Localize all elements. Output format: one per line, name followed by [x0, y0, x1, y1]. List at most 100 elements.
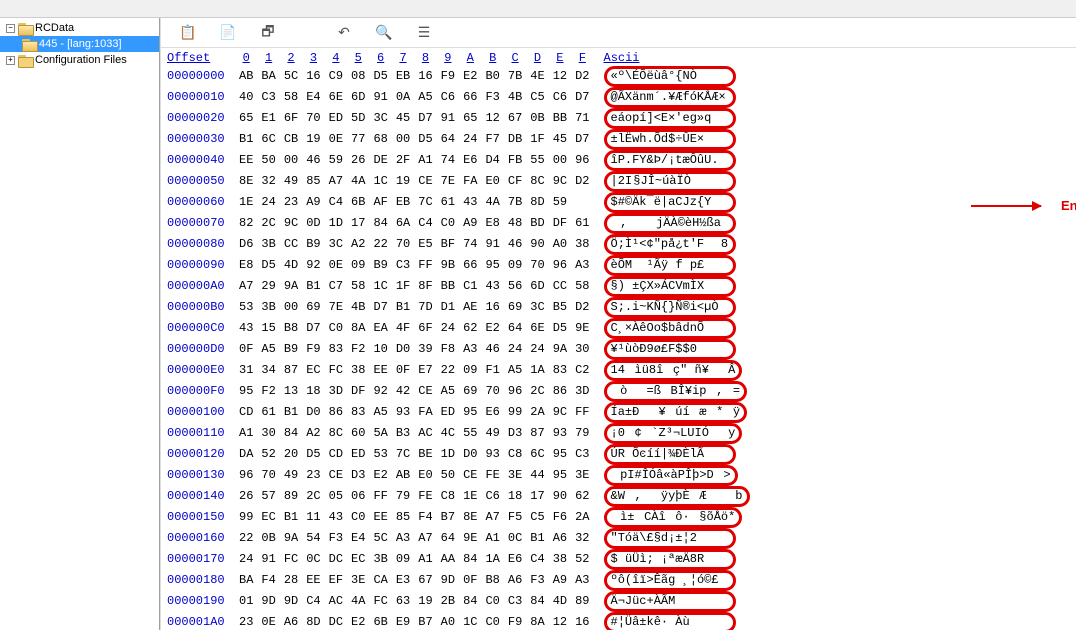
cell-byte: 45	[549, 129, 571, 150]
hex-row[interactable]: 000000E0313487ECFC38EE0FE72209F1A51A83C2…	[163, 360, 754, 381]
cell-byte: 99	[504, 402, 526, 423]
hex-row[interactable]: 00000040EE5000465926DE2FA174E6D4FB550096…	[163, 150, 754, 171]
cell-byte: 0F	[392, 360, 414, 381]
cell-byte: 32	[257, 171, 279, 192]
cell-byte: 1E	[235, 192, 257, 213]
cell-byte: A3	[392, 528, 414, 549]
cell-byte: 63	[392, 591, 414, 612]
hex-row[interactable]: 00000180BAF428EEEF3ECAE3679D0FB8A6F3A9A3…	[163, 570, 754, 591]
cell-byte: 2A	[526, 402, 548, 423]
cell-byte: C0	[437, 213, 459, 234]
cell-offset: 00000170	[163, 549, 235, 570]
cell-byte: 1F	[392, 276, 414, 297]
cell-byte: D7	[302, 318, 324, 339]
hex-row[interactable]: 00000120DA5220D5CDED537CBE1DD093C86C95C3…	[163, 444, 754, 465]
options-button[interactable]: ☰	[415, 24, 433, 42]
hex-row[interactable]: 0000001040C358E46E6D910AA5C666F34BC5C6D7…	[163, 87, 754, 108]
cell-byte: 89	[280, 486, 302, 507]
cell-byte: F6	[549, 507, 571, 528]
hex-row[interactable]: 00000080D63BCCB93CA22270E5BF74914690A038…	[163, 234, 754, 255]
tree-node-config[interactable]: + Configuration Files	[0, 52, 159, 68]
cell-byte: 95	[235, 381, 257, 402]
cell-byte: 0E	[325, 255, 347, 276]
hex-row[interactable]: 00000100CD61B1D08683A593FAED95E6992A9CFF…	[163, 402, 754, 423]
hex-row[interactable]: 00000090E8D54D920E09B9C3FF9B6695097096A3…	[163, 255, 754, 276]
cell-offset: 00000190	[163, 591, 235, 612]
cell-byte: 66	[459, 87, 481, 108]
cell-byte: CE	[459, 465, 481, 486]
hex-row[interactable]: 00000190019D9DC4AC4AFC63192B84C0C3844D89…	[163, 591, 754, 612]
tree-node-selected[interactable]: 445 - [lang:1033]	[0, 36, 159, 52]
cell-byte: 8F	[414, 276, 436, 297]
cell-byte: 50	[257, 150, 279, 171]
cell-byte: 95	[549, 465, 571, 486]
hex-row[interactable]: 000001402657892C0506FF79FEC81EC618179062…	[163, 486, 754, 507]
cell-byte: E2	[459, 66, 481, 87]
collapse-icon[interactable]: −	[6, 24, 15, 33]
cell-byte: C3	[257, 87, 279, 108]
cell-byte: FA	[459, 171, 481, 192]
window-button[interactable]: 🗗	[259, 24, 277, 42]
cell-offset: 00000090	[163, 255, 235, 276]
cell-offset: 000000A0	[163, 276, 235, 297]
hex-row[interactable]: 000000508E324985A74A1C19CE7EFAE0CF8C9CD2…	[163, 171, 754, 192]
hex-row[interactable]: 00000000ABBA5C16C908D5EB16F9E2B07B4E12D2…	[163, 66, 754, 87]
cell-byte: A1	[414, 150, 436, 171]
cell-offset: 00000000	[163, 66, 235, 87]
expand-icon[interactable]: +	[6, 56, 15, 65]
cell-byte: AE	[459, 297, 481, 318]
hex-row[interactable]: 00000160220B9A54F3E45CA3A7649EA10CB1A632…	[163, 528, 754, 549]
cell-byte: B5	[549, 297, 571, 318]
hex-row[interactable]: 000000A0A7299AB1C7581C1F8FBBC143566DCC58…	[163, 276, 754, 297]
hex-row[interactable]: 00000070822C9C0D1D17846AC4C0A9E848BDDF61…	[163, 213, 754, 234]
cell-byte: 7C	[414, 192, 436, 213]
hex-row[interactable]: 000000601E2423A9C46BAFEB7C61434A7B8D59 $…	[163, 192, 754, 213]
tree-view[interactable]: − RCData 445 - [lang:1033] + Configurati…	[0, 18, 160, 630]
encrypted-span: @ÃXänm´.¥ÆfóKÅÆ×	[604, 87, 736, 108]
hex-row[interactable]: 00000110A13084A28C605AB3AC4C5549D3879379…	[163, 423, 754, 444]
paste-button[interactable]: 📄	[219, 24, 237, 42]
cell-byte: 83	[325, 339, 347, 360]
cell-byte: 71	[571, 108, 593, 129]
cell-byte: D2	[571, 66, 593, 87]
hex-row[interactable]: 000000F095F213183DDF9242CEA56970962C863D…	[163, 381, 754, 402]
cell-byte: CE	[414, 171, 436, 192]
cell-ascii: &W,ÿyþÈ Æb	[594, 486, 754, 507]
hex-row[interactable]: 000001702491FC0CDCEC3B09A1AA841AE6C43852…	[163, 549, 754, 570]
encrypted-span: Ä¬Jüc+ÀÃM	[604, 591, 736, 612]
hex-row[interactable]: 00000030B16CCB190E776800D56424F7DB1F45D7…	[163, 129, 754, 150]
cell-byte: 43	[481, 276, 503, 297]
cell-byte: 9C	[280, 213, 302, 234]
hex-row[interactable]: 000001A0230EA68DDCE26BE9B7A01CC0F98A1216…	[163, 612, 754, 630]
cell-byte: 8C	[526, 171, 548, 192]
tree-node-rcdata[interactable]: − RCData	[0, 20, 159, 36]
cell-byte: 0F	[459, 570, 481, 591]
cell-byte: A2	[302, 423, 324, 444]
cell-byte: 8D	[302, 612, 324, 630]
hex-row[interactable]: 000000B0533B00697E4BD7B17DD1AE16693CB5D2…	[163, 297, 754, 318]
cell-byte: 8E	[235, 171, 257, 192]
cell-byte: D7	[571, 129, 593, 150]
cell-byte: 3B	[257, 234, 279, 255]
cell-byte: E2	[369, 465, 391, 486]
encrypted-span: ÚR Õͼíí|¾ ÐÈlÃ	[604, 444, 736, 465]
hex-row[interactable]: 000000D00FA5B9F983F210D039F8A34624249A30…	[163, 339, 754, 360]
find-button[interactable]: 🔍	[375, 24, 393, 42]
folder-icon	[18, 54, 32, 66]
tree-label: Configuration Files	[35, 54, 127, 66]
cell-ascii: eáopí]<E×'eg »q	[594, 108, 754, 129]
cell-byte: 62	[571, 486, 593, 507]
hex-view[interactable]: Offset0123456789ABCDEFAscii 00000000ABBA…	[161, 48, 1076, 630]
hex-row[interactable]: 000000C04315B8D7C08AEA4F6F2462E2646ED59E…	[163, 318, 754, 339]
cell-byte: 70	[302, 108, 324, 129]
undo-button[interactable]: ↶	[335, 24, 353, 42]
hex-row[interactable]: 0000002065E16F70ED5D3C45D7916512670BBB71…	[163, 108, 754, 129]
cell-byte: 24	[437, 318, 459, 339]
hex-row[interactable]: 0000013096704923CED3E2ABE050CEFE3E44953E…	[163, 465, 754, 486]
copy-button[interactable]: 📋	[179, 24, 197, 42]
cell-byte: E4	[347, 528, 369, 549]
hex-row[interactable]: 0000015099ECB11143C0EE85F4B78EA7F5C5F62A…	[163, 507, 754, 528]
cell-byte: 8A	[526, 612, 548, 630]
cell-byte: 9B	[437, 255, 459, 276]
cell-byte: 24	[459, 129, 481, 150]
